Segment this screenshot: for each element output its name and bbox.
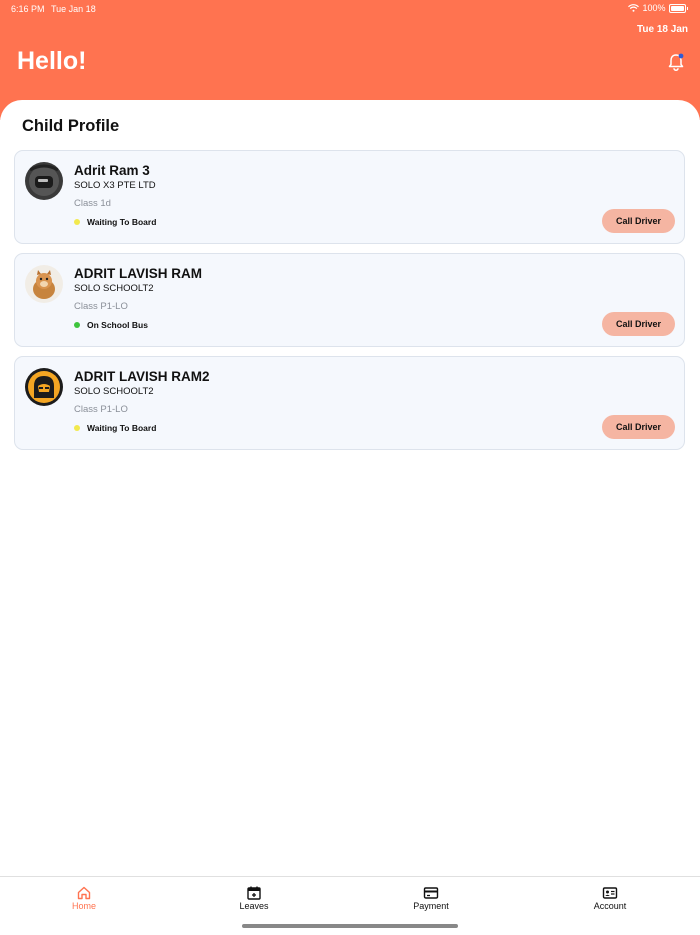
child-school: SOLO X3 PTE LTD <box>74 180 156 191</box>
main-content: Child Profile Adrit Ram 3 SOLO X3 PTE LT… <box>0 100 700 876</box>
child-status: Waiting To Board <box>87 423 157 433</box>
calendar-icon <box>247 886 261 900</box>
child-card[interactable]: Adrit Ram 3 SOLO X3 PTE LTD Class 1d Wai… <box>14 150 685 244</box>
notification-bell-icon[interactable] <box>665 51 687 73</box>
status-bar: 6:16 PM Tue Jan 18 100% <box>0 0 700 18</box>
child-name: Adrit Ram 3 <box>74 163 150 178</box>
status-time: 6:16 PM <box>11 4 45 14</box>
tab-leaves[interactable]: Leaves <box>204 877 304 917</box>
home-icon <box>77 886 91 900</box>
tab-label: Leaves <box>239 901 269 911</box>
call-driver-button[interactable]: Call Driver <box>602 209 675 233</box>
battery-icon <box>668 3 686 13</box>
child-avatar <box>25 265 63 303</box>
id-card-icon <box>602 887 618 899</box>
child-name: ADRIT LAVISH RAM2 <box>74 369 210 384</box>
tab-label: Account <box>593 901 627 911</box>
tab-home[interactable]: Home <box>34 877 134 917</box>
status-dot <box>74 322 80 328</box>
tab-account[interactable]: Account <box>560 877 660 917</box>
child-avatar <box>25 368 63 406</box>
child-status: On School Bus <box>87 320 148 330</box>
child-class: Class P1-LO <box>74 404 128 415</box>
tab-label: Payment <box>413 901 449 911</box>
child-name: ADRIT LAVISH RAM <box>74 266 202 281</box>
status-dot <box>74 219 80 225</box>
call-driver-button[interactable]: Call Driver <box>602 415 675 439</box>
battery-percent: 100% <box>642 3 666 13</box>
header-date: Tue 18 Jan <box>637 24 688 35</box>
child-class: Class 1d <box>74 198 111 209</box>
child-card[interactable]: ADRIT LAVISH RAM2 SOLO SCHOOLT2 Class P1… <box>14 356 685 450</box>
call-driver-button[interactable]: Call Driver <box>602 312 675 336</box>
child-school: SOLO SCHOOLT2 <box>74 283 154 294</box>
status-indicators: 100% <box>628 3 688 13</box>
credit-card-icon <box>423 887 439 899</box>
child-class: Class P1-LO <box>74 301 128 312</box>
status-dot <box>74 425 80 431</box>
home-indicator <box>242 924 458 928</box>
wifi-icon <box>628 4 640 12</box>
greeting-title: Hello! <box>17 47 87 75</box>
child-school: SOLO SCHOOLT2 <box>74 386 154 397</box>
section-title: Child Profile <box>22 117 120 135</box>
notification-badge <box>678 53 684 59</box>
tab-label: Home <box>71 901 96 911</box>
child-card[interactable]: ADRIT LAVISH RAM SOLO SCHOOLT2 Class P1-… <box>14 253 685 347</box>
tab-payment[interactable]: Payment <box>381 877 481 917</box>
status-date: Tue Jan 18 <box>51 4 96 14</box>
child-avatar <box>25 162 63 200</box>
child-status: Waiting To Board <box>87 217 157 227</box>
